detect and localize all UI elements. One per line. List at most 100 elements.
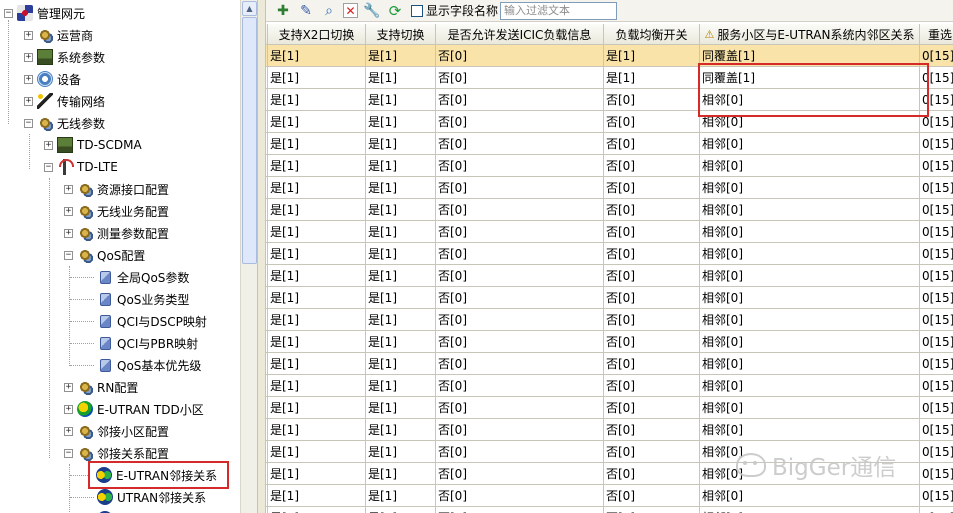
tree-node-partial[interactable] <box>97 508 117 513</box>
table-cell[interactable]: 是[1] <box>268 67 366 89</box>
expand-icon[interactable]: + <box>24 96 33 106</box>
table-cell[interactable]: 0[15] <box>920 133 953 155</box>
table-cell[interactable]: 是[1] <box>268 155 366 177</box>
tree-node-qci-dscp[interactable]: QCI与DSCP映射 <box>97 310 207 332</box>
table-cell[interactable]: 0[15] <box>920 419 953 441</box>
table-cell[interactable]: 是[1] <box>268 485 366 507</box>
tree-node-eutran-tdd-cell[interactable]: + E-UTRAN TDD小区 <box>64 398 204 420</box>
table-cell[interactable]: 0[15] <box>920 441 953 463</box>
table-cell[interactable]: 否[0] <box>436 221 604 243</box>
table-row[interactable]: 是[1]是[1]否[0]否[0]相邻[0]0[15] <box>266 507 953 513</box>
tree-node-td-lte[interactable]: − TD-LTE <box>44 156 118 178</box>
table-cell[interactable]: 是[1] <box>268 111 366 133</box>
table-row[interactable]: 是[1]是[1]否[0]否[0]相邻[0]0[15] <box>266 353 953 375</box>
table-cell[interactable]: 0[15] <box>920 485 953 507</box>
tree-node-qos-priority[interactable]: QoS基本优先级 <box>97 354 201 376</box>
table-cell[interactable]: 是[1] <box>268 309 366 331</box>
collapse-icon[interactable]: − <box>64 448 73 458</box>
table-cell[interactable]: 是[1] <box>366 155 436 177</box>
table-cell[interactable]: 同覆盖[1] <box>700 67 920 89</box>
table-row[interactable]: 是[1]是[1]否[0]否[0]相邻[0]0[15] <box>266 199 953 221</box>
table-cell[interactable]: 否[0] <box>436 331 604 353</box>
scrollbar-thumb[interactable] <box>242 17 257 264</box>
table-cell[interactable]: 否[0] <box>436 353 604 375</box>
table-cell[interactable]: 相邻[0] <box>700 265 920 287</box>
table-cell[interactable]: 是[1] <box>366 353 436 375</box>
table-cell[interactable]: 否[0] <box>436 397 604 419</box>
tree-node-eutran-neighbor-relation[interactable]: E-UTRAN邻接关系 <box>87 461 230 489</box>
table-cell[interactable]: 是[1] <box>366 375 436 397</box>
table-row[interactable]: 是[1]是[1]否[0]否[0]相邻[0]0[15] <box>266 441 953 463</box>
expand-icon[interactable]: + <box>44 140 53 150</box>
table-row[interactable]: 是[1]是[1]否[0]否[0]相邻[0]0[15] <box>266 221 953 243</box>
tree-node-resource-interface[interactable]: + 资源接口配置 <box>64 178 169 200</box>
table-cell[interactable]: 否[0] <box>604 507 700 513</box>
expand-icon[interactable]: + <box>64 404 73 414</box>
table-cell[interactable]: 相邻[0] <box>700 243 920 265</box>
tree-node-global-qos[interactable]: 全局QoS参数 <box>97 266 189 288</box>
tree-node-managed-ne[interactable]: − 管理网元 <box>4 2 85 24</box>
table-cell[interactable]: 是[1] <box>268 353 366 375</box>
table-cell[interactable]: 相邻[0] <box>700 463 920 485</box>
table-cell[interactable]: 是[1] <box>366 265 436 287</box>
table-cell[interactable]: 是[1] <box>366 199 436 221</box>
table-cell[interactable]: 否[0] <box>604 375 700 397</box>
expand-icon[interactable]: + <box>64 426 73 436</box>
table-cell[interactable]: 是[1] <box>366 133 436 155</box>
table-cell[interactable]: 相邻[0] <box>700 177 920 199</box>
table-cell[interactable]: 否[0] <box>604 287 700 309</box>
find-icon[interactable]: ⌕ <box>320 2 338 20</box>
table-cell[interactable]: 否[0] <box>436 265 604 287</box>
scroll-up-arrow-icon[interactable]: ▲ <box>242 1 257 16</box>
table-cell[interactable]: 否[0] <box>604 353 700 375</box>
table-cell[interactable]: 否[0] <box>604 331 700 353</box>
table-cell[interactable]: 是[1] <box>268 265 366 287</box>
panel-splitter[interactable] <box>257 0 266 513</box>
delete-icon[interactable]: ✕ <box>343 3 358 18</box>
table-cell[interactable]: 是[1] <box>366 89 436 111</box>
expand-icon[interactable]: + <box>64 228 73 238</box>
table-cell[interactable]: 同覆盖[1] <box>700 45 920 67</box>
table-cell[interactable]: 是[1] <box>366 419 436 441</box>
table-cell[interactable]: 相邻[0] <box>700 353 920 375</box>
table-cell[interactable]: 否[0] <box>436 485 604 507</box>
table-cell[interactable]: 相邻[0] <box>700 133 920 155</box>
table-cell[interactable]: 是[1] <box>366 45 436 67</box>
table-cell[interactable]: 否[0] <box>604 221 700 243</box>
expand-icon[interactable]: + <box>64 382 73 392</box>
table-cell[interactable]: 相邻[0] <box>700 397 920 419</box>
table-cell[interactable]: 否[0] <box>436 463 604 485</box>
table-cell[interactable]: 0[15] <box>920 375 953 397</box>
table-row[interactable]: 是[1]是[1]否[0]否[0]相邻[0]0[15] <box>266 331 953 353</box>
table-cell[interactable]: 相邻[0] <box>700 287 920 309</box>
table-cell[interactable]: 相邻[0] <box>700 375 920 397</box>
table-cell[interactable]: 相邻[0] <box>700 331 920 353</box>
table-cell[interactable]: 否[0] <box>604 89 700 111</box>
table-cell[interactable]: 0[15] <box>920 397 953 419</box>
table-cell[interactable]: 0[15] <box>920 155 953 177</box>
table-cell[interactable]: 相邻[0] <box>700 89 920 111</box>
table-row[interactable]: 是[1]是[1]否[0]否[0]相邻[0]0[15] <box>266 111 953 133</box>
show-field-names-toggle[interactable]: 显示字段名称 <box>411 2 498 19</box>
table-row[interactable]: 是[1]是[1]否[0]否[0]相邻[0]0[15] <box>266 133 953 155</box>
table-row[interactable]: 是[1]是[1]否[0]否[0]相邻[0]0[15] <box>266 485 953 507</box>
table-row[interactable]: 是[1]是[1]否[0]否[0]相邻[0]0[15] <box>266 375 953 397</box>
collapse-icon[interactable]: − <box>64 250 73 260</box>
table-cell[interactable]: 否[0] <box>604 111 700 133</box>
table-cell[interactable]: 否[0] <box>604 419 700 441</box>
table-cell[interactable]: 否[0] <box>436 309 604 331</box>
table-row[interactable]: 是[1]是[1]否[0]否[0]相邻[0]0[15] <box>266 419 953 441</box>
table-cell[interactable]: 是[1] <box>268 177 366 199</box>
table-cell[interactable]: 相邻[0] <box>700 155 920 177</box>
table-cell[interactable]: 是[1] <box>268 243 366 265</box>
table-cell[interactable]: 是[1] <box>268 45 366 67</box>
table-cell[interactable]: 否[0] <box>604 155 700 177</box>
table-cell[interactable]: 相邻[0] <box>700 441 920 463</box>
table-cell[interactable]: 否[0] <box>436 177 604 199</box>
table-cell[interactable]: 0[15] <box>920 331 953 353</box>
tree-scrollbar[interactable]: ▲ <box>240 0 257 513</box>
table-cell[interactable]: 0[15] <box>920 353 953 375</box>
table-cell[interactable]: 0[15] <box>920 507 953 513</box>
table-cell[interactable]: 否[0] <box>436 133 604 155</box>
table-cell[interactable]: 否[0] <box>436 45 604 67</box>
